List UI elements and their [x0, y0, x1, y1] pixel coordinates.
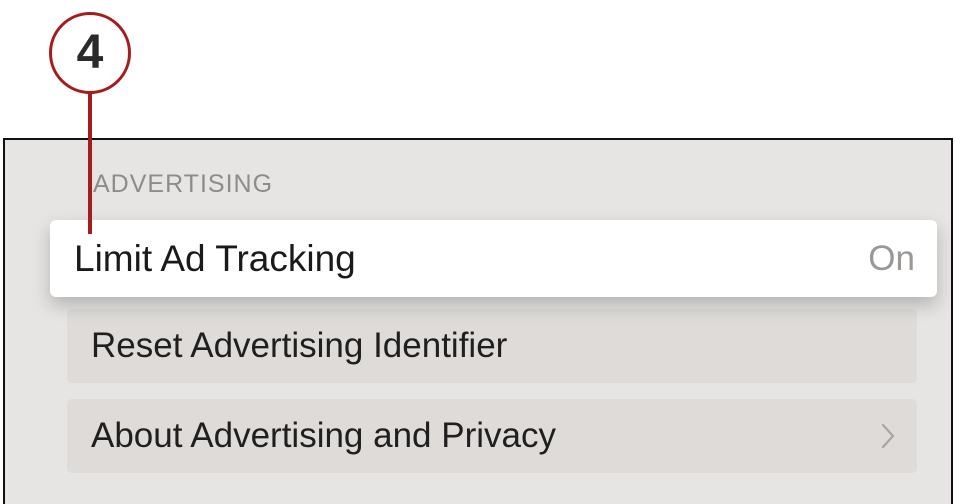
reset-advertising-identifier-row[interactable]: Reset Advertising Identifier [67, 309, 917, 383]
about-advertising-and-privacy-label: About Advertising and Privacy [91, 416, 556, 455]
chevron-right-icon [881, 423, 895, 449]
limit-ad-tracking-value: On [868, 238, 915, 278]
callout-number: 4 [76, 26, 104, 79]
limit-ad-tracking-label: Limit Ad Tracking [74, 237, 356, 279]
screenshot-page: 4 ADVERTISING Limit Ad Tracking On Reset… [0, 0, 955, 504]
callout-pointer-line [88, 93, 92, 234]
callout-badge: 4 [49, 12, 131, 94]
limit-ad-tracking-row[interactable]: Limit Ad Tracking On [50, 220, 937, 297]
about-advertising-and-privacy-row[interactable]: About Advertising and Privacy [67, 399, 917, 473]
section-header-advertising: ADVERTISING [93, 170, 274, 198]
reset-advertising-identifier-label: Reset Advertising Identifier [91, 326, 508, 365]
settings-panel: ADVERTISING Limit Ad Tracking On Reset A… [3, 138, 953, 504]
